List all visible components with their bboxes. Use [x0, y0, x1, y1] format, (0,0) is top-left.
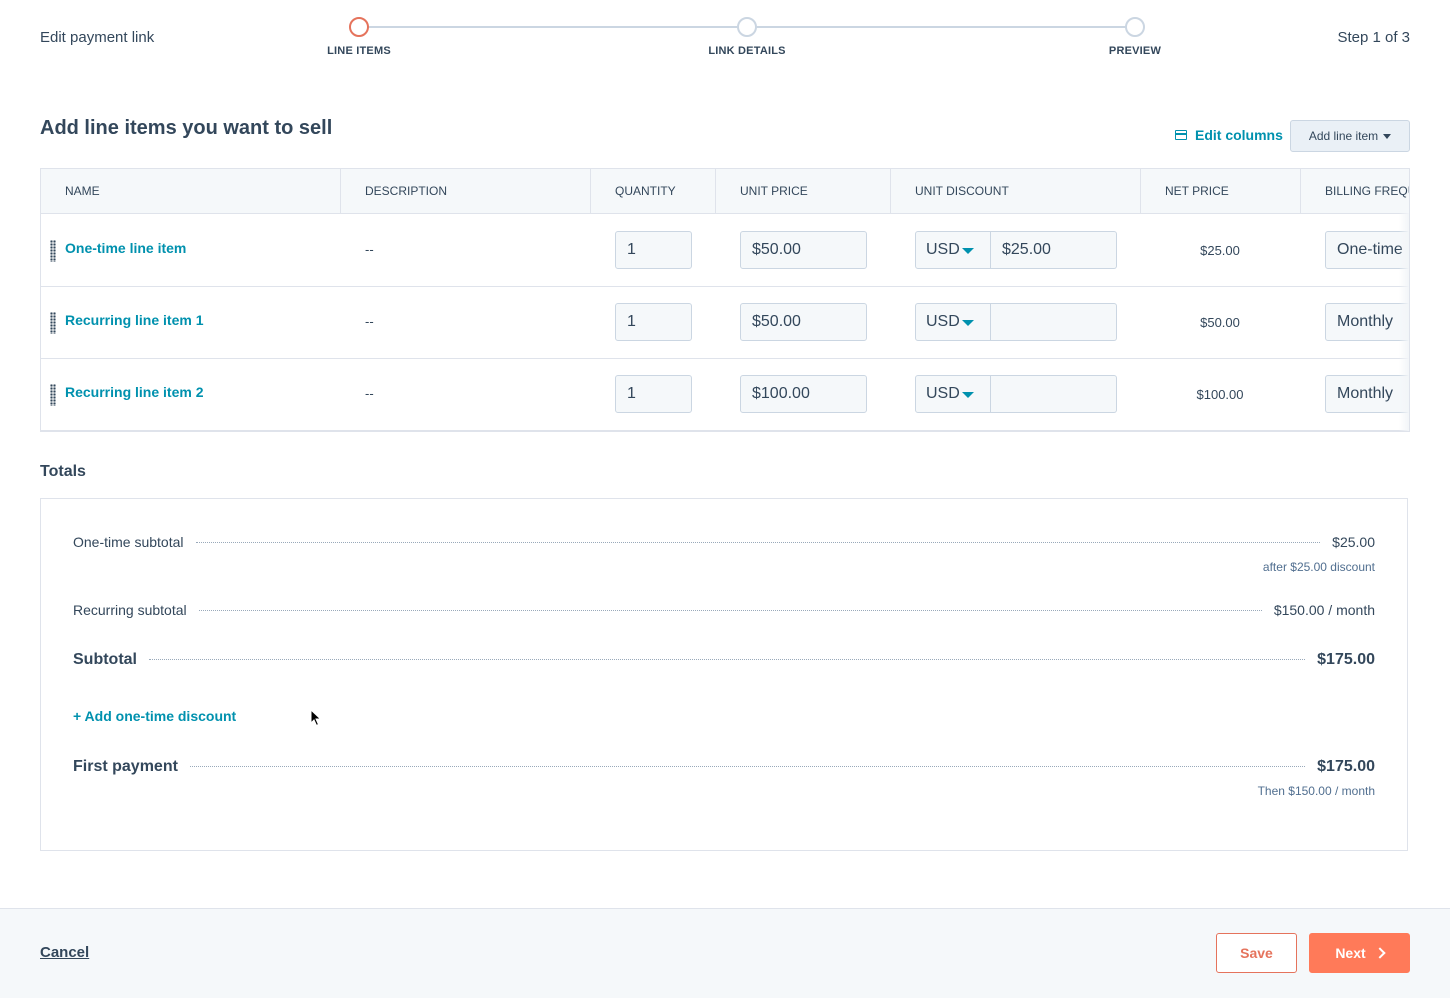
column-header-net-price[interactable]: NET PRICE — [1141, 169, 1301, 213]
step-preview[interactable]: PREVIEW — [1075, 17, 1195, 57]
line-item-name-link[interactable]: Recurring line item 2 — [65, 384, 203, 400]
currency-select[interactable]: USD — [915, 303, 991, 341]
billing-frequency-select[interactable]: Monthly — [1325, 375, 1409, 413]
add-one-time-discount-link[interactable]: + Add one-time discount — [73, 708, 236, 724]
dotted-leader — [189, 766, 1306, 767]
add-line-item-dropdown[interactable]: Add line item — [1290, 120, 1410, 152]
recurring-subtotal-row: Recurring subtotal $150.00 / month — [73, 602, 1375, 618]
net-price: $25.00 — [1200, 243, 1240, 258]
column-header-name[interactable]: NAME — [41, 169, 341, 213]
currency-select[interactable]: USD — [915, 231, 991, 269]
unit-discount-input[interactable] — [991, 303, 1117, 341]
page-title: Edit payment link — [40, 29, 155, 46]
line-item-description: -- — [365, 386, 374, 401]
line-item-description: -- — [365, 314, 374, 329]
drag-handle-icon[interactable] — [50, 384, 56, 406]
column-header-description[interactable]: DESCRIPTION — [341, 169, 591, 213]
drag-handle-icon[interactable] — [50, 240, 56, 262]
first-payment-label: First payment — [73, 758, 178, 775]
unit-discount-input[interactable] — [991, 375, 1117, 413]
table-row: One-time line item -- 1 $50.00 USD $25.0… — [41, 214, 1409, 287]
edit-columns-label: Edit columns — [1195, 127, 1283, 143]
net-price: $50.00 — [1200, 315, 1240, 330]
currency-value: USD — [926, 385, 960, 402]
stepper-line — [367, 26, 739, 28]
quantity-input[interactable]: 1 — [615, 375, 692, 413]
column-header-quantity[interactable]: QUANTITY — [591, 169, 716, 213]
unit-discount-input[interactable]: $25.00 — [991, 231, 1117, 269]
drag-handle-icon[interactable] — [50, 312, 56, 334]
totals-title: Totals — [40, 463, 86, 480]
step-label: PREVIEW — [1108, 45, 1162, 57]
step-indicator-icon — [1125, 17, 1145, 37]
step-line-items[interactable]: LINE ITEMS — [299, 17, 419, 57]
currency-select[interactable]: USD — [915, 375, 991, 413]
column-header-unit-price[interactable]: UNIT PRICE — [716, 169, 891, 213]
dotted-leader — [149, 659, 1306, 660]
step-counter: Step 1 of 3 — [1337, 29, 1410, 46]
column-header-billing-frequency[interactable]: BILLING FREQUENCY — [1301, 169, 1409, 213]
line-items-table: NAME DESCRIPTION QUANTITY UNIT PRICE UNI… — [40, 168, 1410, 432]
one-time-subtotal-label: One-time subtotal — [73, 534, 184, 550]
wizard-header: Edit payment link LINE ITEMS LINK DETAIL… — [0, 0, 1450, 70]
line-item-name-link[interactable]: One-time line item — [65, 240, 186, 256]
step-link-details[interactable]: LINK DETAILS — [687, 17, 807, 57]
add-line-item-label: Add line item — [1308, 129, 1379, 143]
unit-price-input[interactable]: $100.00 — [740, 375, 867, 413]
recurring-subtotal-label: Recurring subtotal — [73, 602, 187, 618]
step-label: LINE ITEMS — [327, 45, 391, 57]
step-indicator-icon — [737, 17, 757, 37]
section-title: Add line items you want to sell — [40, 117, 333, 139]
columns-icon — [1175, 130, 1187, 140]
dotted-leader — [198, 610, 1262, 611]
table-header: NAME DESCRIPTION QUANTITY UNIT PRICE UNI… — [41, 169, 1409, 214]
caret-down-icon — [962, 320, 974, 326]
recurring-subtotal-value: $150.00 / month — [1273, 602, 1375, 618]
next-button[interactable]: Next — [1309, 933, 1410, 973]
stepper-line — [755, 26, 1126, 28]
chevron-right-icon — [1374, 947, 1386, 959]
net-price: $100.00 — [1196, 387, 1244, 402]
subtotal-value: $175.00 — [1317, 651, 1375, 668]
step-indicator-icon — [349, 17, 369, 37]
currency-value: USD — [926, 241, 960, 258]
edit-columns-button[interactable]: Edit columns — [1175, 127, 1283, 143]
subtotal-row: Subtotal $175.00 — [73, 651, 1375, 669]
unit-price-input[interactable]: $50.00 — [740, 303, 867, 341]
cancel-link[interactable]: Cancel — [40, 944, 89, 961]
next-button-label: Next — [1335, 945, 1366, 961]
first-payment-value: $175.00 — [1317, 758, 1375, 775]
unit-price-input[interactable]: $50.00 — [740, 231, 867, 269]
quantity-input[interactable]: 1 — [615, 303, 692, 341]
line-item-name-link[interactable]: Recurring line item 1 — [65, 312, 203, 328]
subtotal-label: Subtotal — [73, 651, 137, 668]
scroll-fade — [1399, 213, 1409, 431]
one-time-discount-note: after $25.00 discount — [1262, 560, 1375, 574]
caret-down-icon — [962, 392, 974, 398]
line-item-description: -- — [365, 242, 374, 257]
save-button[interactable]: Save — [1216, 933, 1297, 973]
totals-panel: One-time subtotal $25.00 after $25.00 di… — [40, 498, 1408, 851]
caret-down-icon — [962, 248, 974, 254]
first-payment-row: First payment $175.00 — [73, 758, 1375, 776]
quantity-input[interactable]: 1 — [615, 231, 692, 269]
footer-bar: Cancel Save Next — [0, 908, 1450, 998]
table-row: Recurring line item 1 -- 1 $50.00 USD $5… — [41, 286, 1409, 359]
table-row: Recurring line item 2 -- 1 $100.00 USD $… — [41, 358, 1409, 431]
one-time-subtotal-row: One-time subtotal $25.00 — [73, 534, 1375, 550]
billing-frequency-select[interactable]: One-time — [1325, 231, 1409, 269]
dotted-leader — [195, 542, 1321, 543]
caret-down-icon — [1383, 133, 1392, 139]
save-button-label: Save — [1240, 945, 1273, 961]
column-header-unit-discount[interactable]: UNIT DISCOUNT — [891, 169, 1141, 213]
currency-value: USD — [926, 313, 960, 330]
one-time-subtotal-value: $25.00 — [1332, 534, 1375, 550]
billing-frequency-select[interactable]: Monthly — [1325, 303, 1409, 341]
first-payment-note: Then $150.00 / month — [1257, 784, 1375, 798]
step-label: LINK DETAILS — [708, 45, 786, 57]
